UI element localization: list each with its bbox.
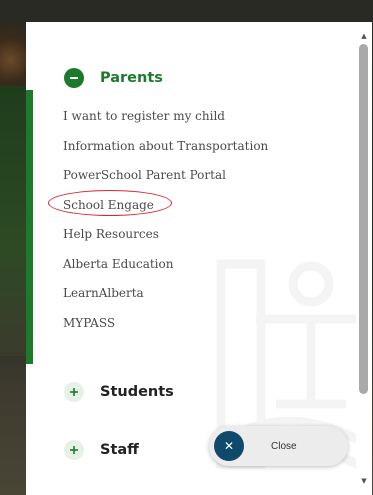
parents-section-title: Parents — [100, 70, 163, 86]
parents-section-header[interactable]: Parents — [64, 68, 163, 88]
parents-link-list: I want to register my child Information … — [63, 102, 268, 338]
school-engage-highlight-circle — [48, 190, 172, 216]
close-button-label: Close — [271, 440, 297, 452]
students-section-title: Students — [100, 384, 174, 400]
plus-circle-icon[interactable] — [64, 440, 84, 460]
plus-circle-icon[interactable] — [64, 382, 84, 402]
menu-link-powerschool-portal[interactable]: PowerSchool Parent Portal — [63, 161, 268, 191]
menu-link-help-resources[interactable]: Help Resources — [63, 220, 268, 250]
menu-link-register-child[interactable]: I want to register my child — [63, 102, 268, 132]
active-section-accent — [26, 90, 33, 364]
menu-link-learnalberta[interactable]: LearnAlberta — [63, 279, 268, 309]
scrollbar-thumb[interactable] — [359, 44, 368, 394]
background-stripe — [0, 86, 26, 356]
menu-link-mypass[interactable]: MYPASS — [63, 309, 268, 339]
menu-link-transportation[interactable]: Information about Transportation — [63, 132, 268, 162]
staff-section-header[interactable]: Staff — [64, 440, 139, 460]
close-icon[interactable]: ✕ — [214, 431, 244, 461]
students-section-header[interactable]: Students — [64, 382, 174, 402]
close-button[interactable]: ✕ Close — [209, 426, 348, 466]
scroll-down-arrow-icon[interactable]: ▼ — [357, 475, 371, 487]
scroll-up-arrow-icon[interactable]: ▲ — [357, 30, 371, 42]
navigation-menu-panel: Parents I want to register my child Info… — [26, 22, 372, 495]
minus-circle-icon[interactable] — [64, 68, 84, 88]
staff-section-title: Staff — [100, 442, 139, 458]
menu-link-alberta-education[interactable]: Alberta Education — [63, 250, 268, 280]
